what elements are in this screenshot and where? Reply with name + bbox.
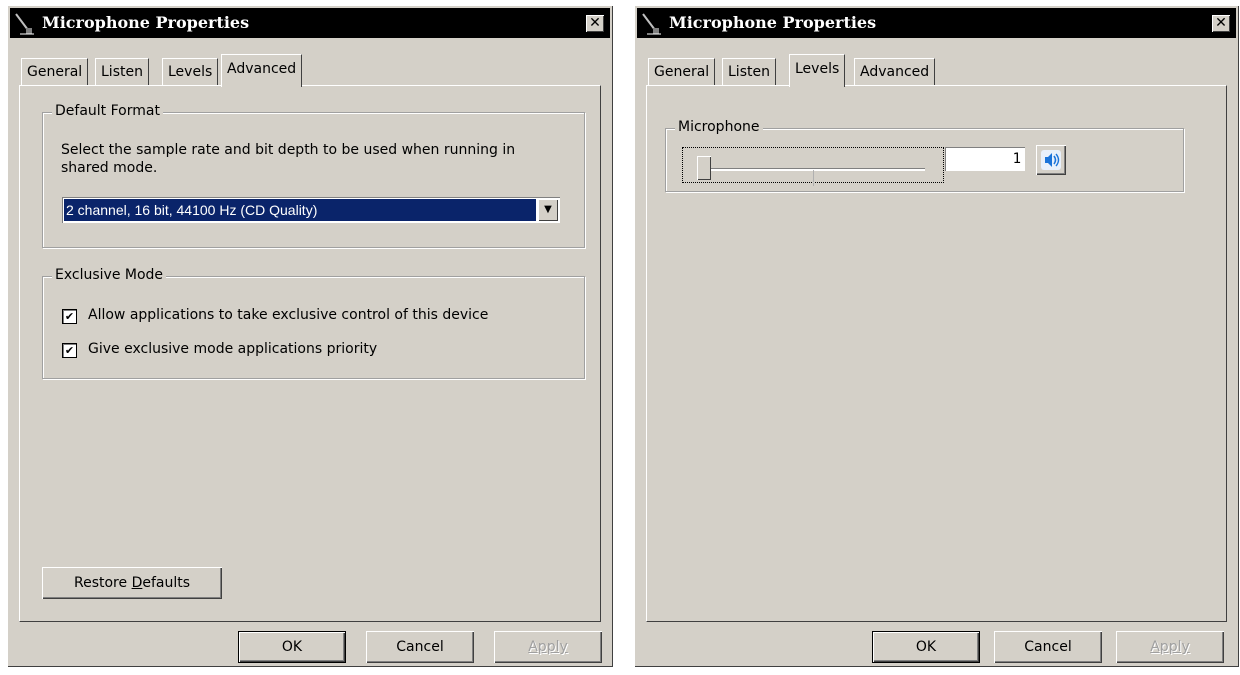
slider-thumb[interactable] [697, 156, 711, 180]
tab-panel: Default Format Select the sample rate an… [19, 85, 601, 622]
close-icon: ✕ [1215, 15, 1227, 31]
apply-button: Apply [494, 631, 602, 663]
title-bar: Microphone Properties ✕ [637, 8, 1236, 38]
ok-button[interactable]: OK [872, 631, 980, 663]
exclusive-mode-group: Exclusive Mode ✔ Allow applications to t… [42, 267, 585, 379]
mute-toggle-button[interactable] [1036, 145, 1066, 175]
default-format-title: Default Format [52, 103, 163, 119]
restore-label-accel: D [131, 575, 143, 591]
tab-general[interactable]: General [648, 58, 716, 85]
tab-advanced[interactable]: Advanced [854, 58, 936, 85]
default-format-group: Default Format Select the sample rate an… [42, 103, 585, 248]
microphone-properties-dialog-advanced: Microphone Properties ✕ General Listen L… [7, 5, 613, 667]
microphone-icon [12, 10, 36, 36]
exclusive-priority-checkbox[interactable]: ✔ [62, 343, 77, 358]
sample-rate-dropdown[interactable]: 2 channel, 16 bit, 44100 Hz (CD Quality)… [62, 197, 560, 223]
microphone-properties-dialog-levels: Microphone Properties ✕ General Listen L… [634, 5, 1239, 667]
speaker-icon [1041, 150, 1061, 170]
default-format-description: Select the sample rate and bit depth to … [61, 142, 516, 176]
close-button[interactable]: ✕ [586, 15, 604, 32]
exclusive-mode-title: Exclusive Mode [52, 267, 167, 283]
microphone-icon [639, 10, 663, 36]
microphone-group: Microphone 1 [665, 119, 1184, 192]
close-icon: ✕ [589, 15, 601, 31]
apply-label: Apply [528, 639, 568, 655]
cancel-button[interactable]: Cancel [994, 631, 1102, 663]
exclusive-priority-label: Give exclusive mode applications priorit… [88, 341, 378, 357]
slider-tick [813, 170, 814, 186]
restore-defaults-button[interactable]: Restore Defaults [42, 567, 222, 599]
tab-levels[interactable]: Levels [789, 54, 846, 87]
exclusive-control-label: Allow applications to take exclusive con… [88, 307, 489, 323]
dialog-title: Microphone Properties [42, 13, 250, 32]
tab-levels[interactable]: Levels [162, 58, 219, 85]
tab-general[interactable]: General [21, 58, 89, 85]
cancel-button[interactable]: Cancel [366, 631, 474, 663]
restore-label-pre: Restore [73, 575, 132, 591]
microphone-title: Microphone [675, 119, 763, 135]
microphone-level-slider[interactable] [682, 147, 944, 186]
exclusive-control-checkbox[interactable]: ✔ [62, 309, 77, 324]
title-bar: Microphone Properties ✕ [10, 8, 610, 38]
tab-listen[interactable]: Listen [95, 58, 149, 85]
dropdown-arrow-icon[interactable]: ▼ [538, 199, 558, 221]
tab-advanced[interactable]: Advanced [221, 54, 303, 87]
dialog-title: Microphone Properties [669, 13, 877, 32]
sample-rate-selected: 2 channel, 16 bit, 44100 Hz (CD Quality) [64, 199, 536, 221]
tab-panel: Microphone 1 [646, 85, 1227, 622]
restore-label-post: efaults [142, 575, 191, 591]
apply-button: Apply [1116, 631, 1224, 663]
tab-listen[interactable]: Listen [722, 58, 776, 85]
apply-label: Apply [1150, 639, 1190, 655]
ok-button[interactable]: OK [238, 631, 346, 663]
microphone-level-value[interactable]: 1 [945, 147, 1025, 171]
close-button[interactable]: ✕ [1212, 15, 1230, 32]
slider-track [703, 168, 925, 186]
